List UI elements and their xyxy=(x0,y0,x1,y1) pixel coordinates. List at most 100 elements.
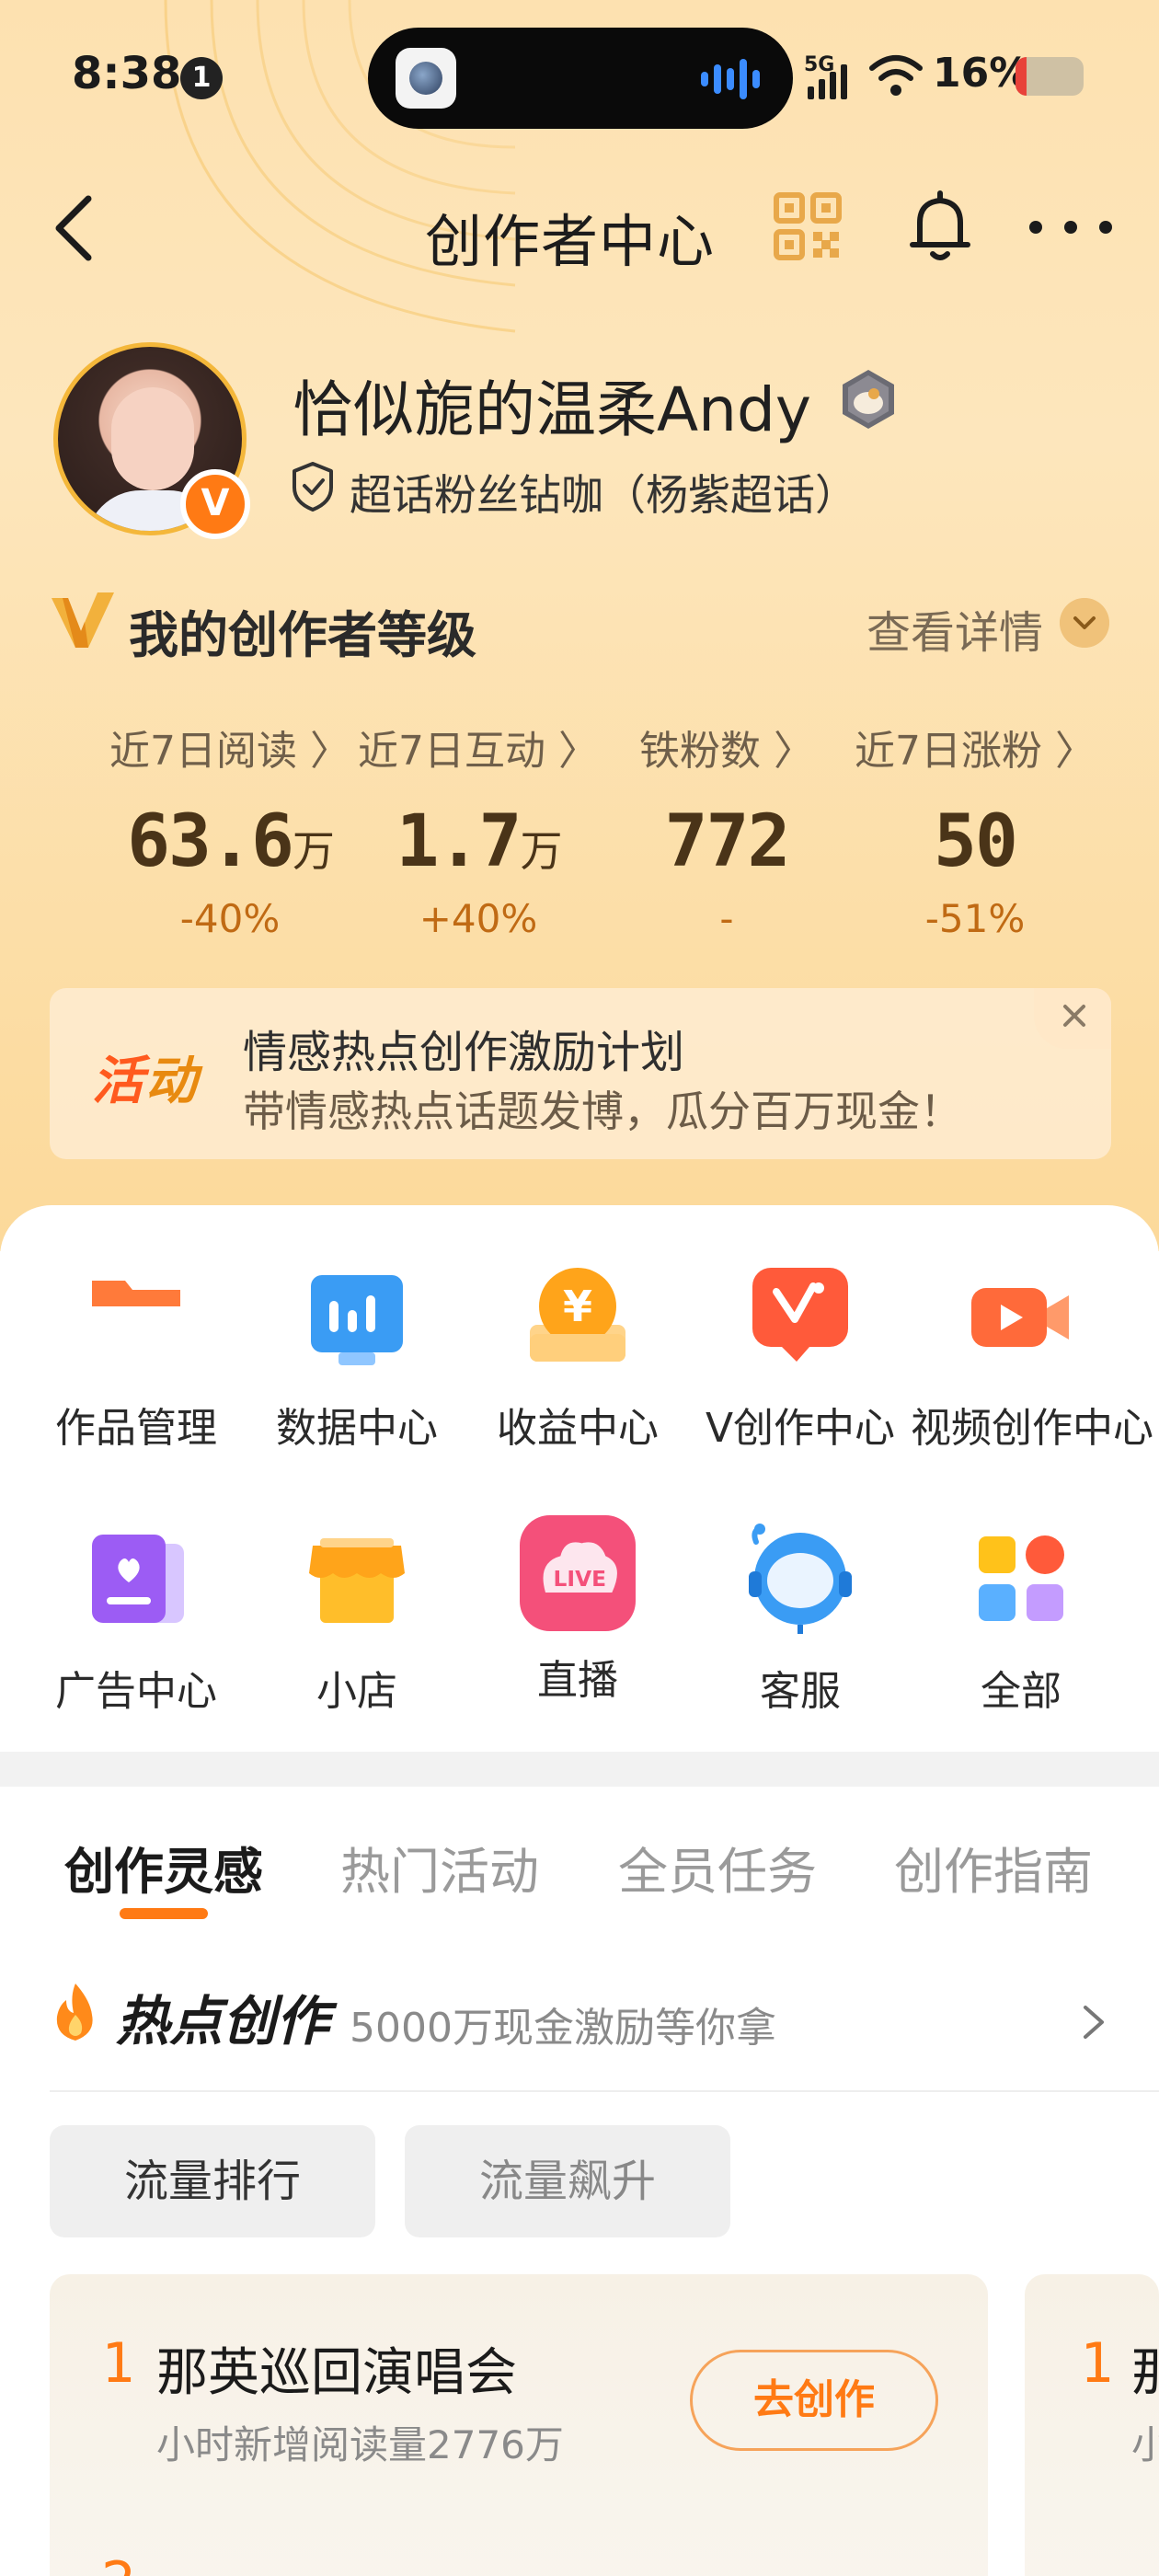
stat-weekly-new-fans[interactable]: 近7日涨粉 〉 50 -51% xyxy=(846,718,1104,941)
stat-label: 铁粉数 〉 xyxy=(639,728,814,775)
stat-value: 772 xyxy=(664,800,791,883)
rank-number: 1 xyxy=(101,2331,135,2396)
tool-customer-service[interactable]: 客服 xyxy=(690,1524,911,1717)
wifi-icon xyxy=(869,55,923,96)
username[interactable]: 恰似旎的温柔Andy xyxy=(293,361,811,449)
hot-topic-card-peek[interactable]: 1 那 小 xyxy=(1025,2274,1159,2576)
stat-value: 1.7万 xyxy=(396,800,563,883)
chevron-right-icon[interactable] xyxy=(1080,2002,1107,2042)
tool-live[interactable]: LIVE 直播 xyxy=(467,1515,688,1706)
shield-icon xyxy=(293,462,333,512)
tab-creative-inspiration[interactable]: 创作灵感 xyxy=(64,1831,263,1903)
tool-label: 客服 xyxy=(760,1668,841,1715)
tab-hot-events[interactable]: 热门活动 xyxy=(340,1831,539,1903)
notification-count-badge: 1 xyxy=(180,57,223,99)
qr-code-icon[interactable] xyxy=(773,191,843,261)
user-level-badge-icon[interactable] xyxy=(837,368,900,431)
hot-creation-subtitle[interactable]: 5000万现金激励等你拿 xyxy=(350,1995,776,2053)
divider-line xyxy=(50,2090,1159,2092)
stat-delta: -40% xyxy=(179,896,281,941)
section-divider xyxy=(0,1752,1159,1787)
tool-label: 作品管理 xyxy=(55,1405,217,1452)
stat-weekly-interactions[interactable]: 近7日互动 〉 1.7万 +40% xyxy=(350,718,607,941)
tab-all-member-tasks[interactable]: 全员任务 xyxy=(618,1831,817,1903)
stat-label: 近7日互动 〉 xyxy=(358,728,599,775)
tool-ad-center[interactable]: 广告中心 xyxy=(26,1524,247,1717)
dynamic-island[interactable] xyxy=(368,28,793,129)
yuan-coin-icon: ¥ xyxy=(530,1268,625,1362)
back-arrow-icon[interactable] xyxy=(46,191,105,265)
verified-v-badge: V xyxy=(180,469,250,539)
tool-label: 直播 xyxy=(537,1657,618,1704)
topic-meta: 小 xyxy=(1131,2422,1159,2467)
v-creation-icon xyxy=(752,1268,848,1362)
activity-banner[interactable]: 活动 情感热点创作激励计划 带情感热点话题发博，瓜分百万现金！ xyxy=(50,988,1111,1159)
tool-label: 视频创作中心 xyxy=(911,1405,1153,1452)
banner-title: 情感热点创作激励计划 xyxy=(243,1027,685,1078)
topic-meta: 小时新增阅读量2776万 xyxy=(156,2422,564,2467)
activity-tag: 活动 xyxy=(92,1052,199,1111)
stat-delta: +40% xyxy=(419,896,538,941)
shop-icon xyxy=(309,1538,405,1623)
tool-label: V创作中心 xyxy=(705,1405,896,1452)
filter-traffic-ranking[interactable]: 流量排行 xyxy=(50,2125,375,2237)
banner-subtitle: 带情感热点话题发博，瓜分百万现金！ xyxy=(243,1087,962,1136)
tool-label: 全部 xyxy=(981,1668,1061,1715)
data-chart-icon xyxy=(311,1275,403,1365)
avatar-face xyxy=(111,387,194,490)
svg-text:¥: ¥ xyxy=(563,1282,592,1331)
tools-panel: 作品管理 数据中心 ¥ 收益中心 V创作中心 视频创作中心 广告中心 小店 LI… xyxy=(0,1205,1159,1752)
close-icon xyxy=(1063,1005,1085,1027)
tool-data-center[interactable]: 数据中心 xyxy=(247,1260,467,1454)
tool-label: 数据中心 xyxy=(276,1405,438,1452)
tool-label: 小店 xyxy=(316,1668,397,1715)
filter-traffic-surge[interactable]: 流量飙升 xyxy=(405,2125,730,2237)
topic-title: 那 xyxy=(1131,2343,1159,2403)
folder-icon xyxy=(92,1281,180,1306)
customer-service-icon xyxy=(749,1524,852,1634)
ad-card-icon xyxy=(92,1535,184,1623)
creator-v-logo-icon xyxy=(52,592,114,648)
signal-icon xyxy=(804,44,859,99)
hot-topic-card[interactable]: 1 那英巡回演唱会 小时新增阅读量2776万 去创作 2 xyxy=(50,2274,988,2576)
stat-iron-fans[interactable]: 铁粉数 〉 772 - xyxy=(598,718,855,941)
page-title: 创作者中心 xyxy=(425,208,716,275)
more-icon[interactable] xyxy=(1027,217,1115,237)
tool-v-creation-center[interactable]: V创作中心 xyxy=(690,1260,911,1454)
audio-wave-icon xyxy=(701,59,765,99)
stat-value: 63.6万 xyxy=(127,800,335,883)
stat-label: 近7日阅读 〉 xyxy=(109,728,350,775)
tool-label: 广告中心 xyxy=(55,1668,217,1715)
live-icon: LIVE xyxy=(520,1515,636,1631)
tool-video-creation-center[interactable]: 视频创作中心 xyxy=(911,1260,1153,1454)
stat-delta: -51% xyxy=(924,896,1026,941)
stat-label: 近7日涨粉 〉 xyxy=(855,728,1096,775)
fire-icon xyxy=(56,1984,93,2041)
tool-label: 收益中心 xyxy=(497,1405,659,1452)
rank-number: 1 xyxy=(1080,2331,1114,2396)
music-app-icon xyxy=(396,48,456,109)
status-time: 8:38 xyxy=(72,48,182,99)
bell-icon[interactable] xyxy=(901,188,979,265)
go-create-button[interactable]: 去创作 xyxy=(690,2350,938,2451)
topic-title[interactable]: 那英巡回演唱会 xyxy=(156,2331,517,2406)
hot-creation-title: 热点创作 xyxy=(116,1990,330,2053)
tool-works-management[interactable]: 作品管理 xyxy=(26,1260,247,1454)
video-camera-icon xyxy=(971,1288,1069,1347)
battery-level-fill xyxy=(1016,57,1027,96)
live-badge-text: LIVE xyxy=(554,1566,607,1592)
battery-icon xyxy=(1016,57,1084,96)
chevron-down-icon[interactable] xyxy=(1060,598,1109,648)
fan-badge-label[interactable]: 超话粉丝钻咖（杨紫超话） xyxy=(350,462,857,523)
close-banner-button[interactable] xyxy=(1034,988,1111,1049)
tool-all[interactable]: 全部 xyxy=(911,1524,1131,1717)
stat-weekly-reads[interactable]: 近7日阅读 〉 63.6万 -40% xyxy=(101,718,359,941)
active-tab-indicator xyxy=(120,1908,208,1919)
tab-creation-guide[interactable]: 创作指南 xyxy=(894,1831,1093,1903)
grid-all-icon xyxy=(979,1535,1064,1621)
tool-shop[interactable]: 小店 xyxy=(247,1524,467,1717)
view-details-link[interactable]: 查看详情 xyxy=(866,596,1043,661)
creator-level-title: 我的创作者等级 xyxy=(129,606,476,664)
stat-value: 50 xyxy=(934,800,1018,883)
tool-earnings-center[interactable]: ¥ 收益中心 xyxy=(467,1260,688,1454)
